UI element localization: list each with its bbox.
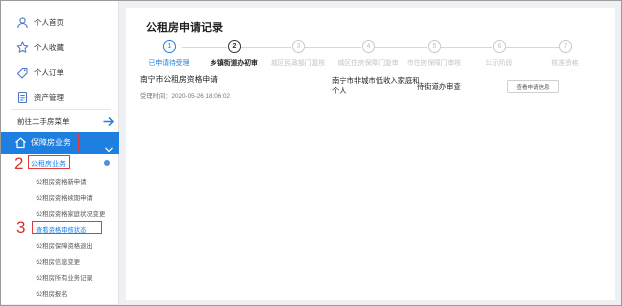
step-6-circle: 6 bbox=[493, 40, 506, 53]
step-6-label: 公示阶段 bbox=[485, 60, 513, 67]
annotation-number-3: 3 bbox=[16, 218, 26, 237]
step-connector bbox=[305, 47, 361, 48]
step-3-label: 城区民政部门复核 bbox=[270, 60, 326, 67]
sidebar-item-label: 个人收藏 bbox=[34, 42, 64, 52]
sidebar-subitem[interactable]: 公租房资格新申请 bbox=[36, 177, 86, 186]
step-5-circle: 5 bbox=[428, 40, 441, 53]
step-1-circle: 1 bbox=[163, 40, 176, 53]
sidebar-item-favorites[interactable]: 个人收藏 bbox=[1, 35, 119, 59]
step-4-circle: 4 bbox=[362, 40, 375, 53]
step-7-label: 核准资格 bbox=[551, 60, 579, 67]
sidebar-item-label: 个人首页 bbox=[34, 17, 64, 27]
record-time: 受理时间：2020-05-26 18:06:02 bbox=[140, 93, 230, 100]
selected-dot bbox=[104, 160, 110, 166]
sidebar-subitem[interactable]: 公租房资格续期申请 bbox=[36, 193, 93, 202]
step-connector bbox=[506, 47, 559, 48]
page-title: 公租房申请记录 bbox=[146, 22, 223, 34]
sidebar-subitem[interactable]: 公租房保障资格退出 bbox=[36, 241, 93, 250]
record-applicant-type: 南宁市非城市低收入家庭和个人 bbox=[332, 76, 420, 95]
goto-second-hand-menu[interactable]: 前往二手房菜单 bbox=[1, 112, 119, 132]
goto-label: 前往二手房菜单 bbox=[17, 117, 70, 126]
step-connector bbox=[375, 47, 427, 48]
sidebar-subitem[interactable]: 公租房资格家庭状况变更 bbox=[36, 209, 105, 218]
user-icon bbox=[15, 15, 29, 29]
sidebar-item-label: 个人订单 bbox=[34, 67, 64, 77]
annotation-box-check-status bbox=[32, 221, 102, 234]
step-connector bbox=[182, 47, 227, 48]
step-connector bbox=[441, 47, 492, 48]
step-7-circle: 7 bbox=[559, 40, 572, 53]
sidebar-subitem[interactable]: 公租房所有业务记录 bbox=[36, 273, 93, 282]
main-panel: 公租房申请记录 1 2 3 4 5 6 7 已申请待受理 乡镇街道办初审 城区民… bbox=[126, 8, 615, 300]
record-status: 待街道办审查 bbox=[417, 82, 461, 91]
step-connector bbox=[241, 47, 291, 48]
arrow-right-icon bbox=[102, 115, 115, 130]
annotation-box-section bbox=[11, 133, 79, 152]
sidebar-item-assets[interactable]: 资产管理 bbox=[1, 85, 119, 109]
step-3-circle: 3 bbox=[292, 40, 305, 53]
annotation-number-2: 2 bbox=[14, 154, 24, 173]
view-application-button[interactable]: 查看申请信息 bbox=[507, 80, 559, 93]
annotation-box-subsection bbox=[28, 155, 70, 169]
star-icon bbox=[15, 40, 29, 54]
sidebar-subitem[interactable]: 公租房报名 bbox=[36, 289, 67, 298]
record-title: 南宁市公租房资格申请 bbox=[140, 75, 218, 84]
chevron-down-icon bbox=[105, 140, 113, 158]
step-2-label: 乡镇街道办初审 bbox=[210, 60, 258, 67]
sidebar-item-orders[interactable]: 个人订单 bbox=[1, 60, 119, 84]
sidebar-item-home[interactable]: 个人首页 bbox=[1, 10, 119, 34]
step-2-circle: 2 bbox=[228, 40, 241, 53]
tag-icon bbox=[15, 65, 29, 79]
step-5-label: 市住房保障门审核 bbox=[406, 60, 462, 67]
sidebar-item-label: 资产管理 bbox=[34, 92, 64, 102]
sidebar: 个人首页 个人收藏 个人订单 资产管理 前往二手房菜单 保障房业务 公租房业务 … bbox=[1, 1, 119, 304]
sidebar-divider bbox=[11, 109, 111, 110]
step-4-label: 城区住房保障门复审 bbox=[337, 60, 399, 67]
document-icon bbox=[15, 90, 29, 104]
step-1-label: 已申请待受理 bbox=[148, 60, 190, 67]
sidebar-subitem[interactable]: 公租房信息变更 bbox=[36, 257, 80, 266]
